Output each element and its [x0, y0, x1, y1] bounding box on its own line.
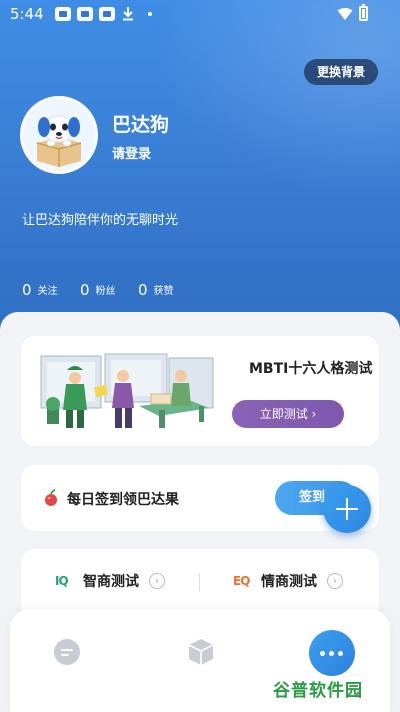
- download-icon: [123, 7, 133, 21]
- start-test-button[interactable]: 立即测试 ›: [232, 400, 344, 428]
- battery-icon: [359, 4, 368, 21]
- stat-count: 0: [138, 281, 148, 299]
- stat-likes[interactable]: 0 获赞: [138, 280, 174, 299]
- home-icon[interactable]: [52, 637, 82, 667]
- stat-label: 粉丝: [95, 286, 116, 297]
- add-button[interactable]: [323, 485, 371, 533]
- watermark: 谷普软件园: [273, 681, 363, 701]
- eq-icon: EQ: [233, 574, 250, 588]
- chevron-right-icon: ›: [327, 573, 343, 589]
- header-decoration: [150, 0, 400, 200]
- office-illustration: [39, 350, 215, 432]
- dot-icon: [148, 12, 152, 16]
- eq-test-label: 情商测试: [261, 574, 317, 590]
- chevron-right-icon: ›: [149, 573, 165, 589]
- status-time: 5:44: [10, 5, 44, 23]
- stat-count: 0: [80, 281, 90, 299]
- wifi-icon: [337, 8, 353, 20]
- status-bar: 5:44: [0, 0, 400, 28]
- mbti-title: MBTI十六人格测试: [249, 361, 373, 377]
- app-notification-icon: [77, 7, 93, 21]
- stat-label: 获赞: [153, 286, 174, 297]
- app-notification-icon: [55, 7, 71, 21]
- username: 巴达狗: [112, 114, 170, 136]
- dog-mascot-icon: [23, 99, 95, 171]
- iq-icon: IQ: [55, 574, 69, 588]
- mbti-test-card[interactable]: MBTI十六人格测试 立即测试 ›: [21, 336, 379, 446]
- login-link[interactable]: 请登录: [112, 143, 151, 162]
- box-icon[interactable]: [186, 637, 216, 667]
- change-background-button[interactable]: 更换背景: [304, 59, 378, 85]
- app-notification-icon: [99, 7, 115, 21]
- fruit-icon: [45, 489, 57, 506]
- avatar[interactable]: [20, 96, 98, 174]
- profile-slogan: 让巴达狗陪伴你的无聊时光: [22, 213, 179, 228]
- stat-count: 0: [22, 281, 32, 299]
- stat-label: 关注: [37, 286, 58, 297]
- chat-icon[interactable]: [309, 630, 355, 676]
- stat-following[interactable]: 0 关注: [22, 280, 58, 299]
- stat-followers[interactable]: 0 粉丝: [80, 280, 116, 299]
- iq-test-label: 智商测试: [83, 574, 139, 590]
- checkin-text: 每日签到领巴达果: [67, 492, 179, 508]
- divider: [199, 573, 200, 591]
